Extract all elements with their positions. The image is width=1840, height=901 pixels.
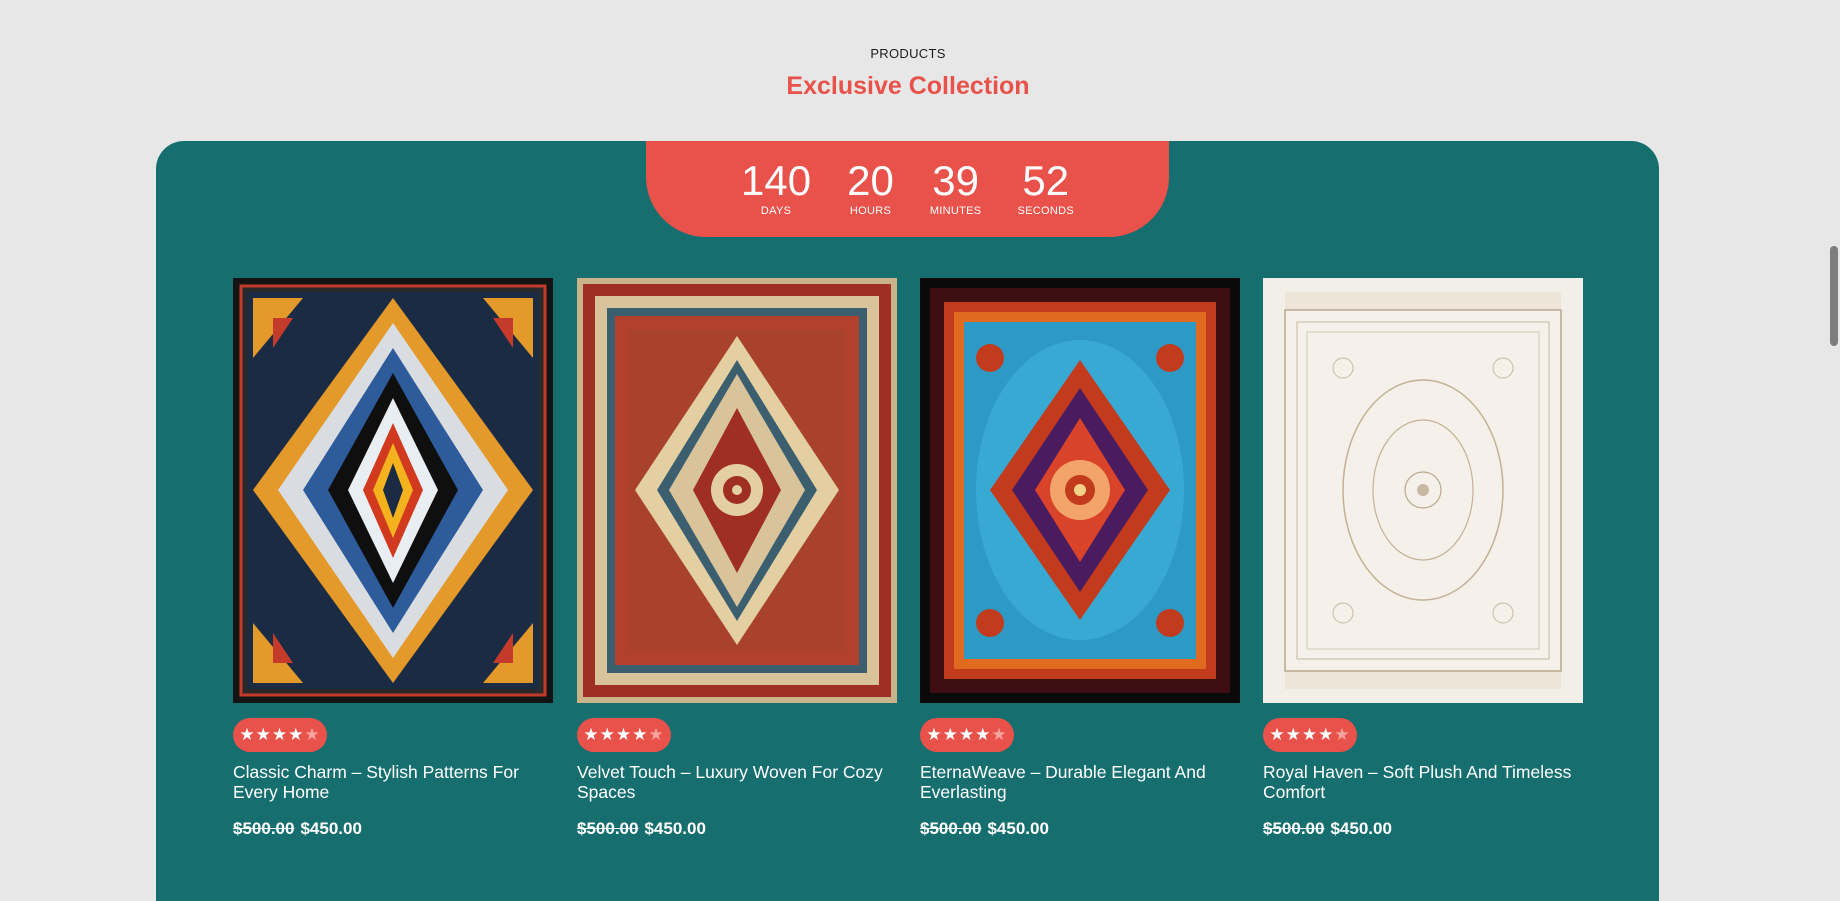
product-image-rug-tribal[interactable]: [233, 278, 553, 703]
product-image-rug-blue-medallion[interactable]: [920, 278, 1240, 703]
product-title[interactable]: EternaWeave – Durable Elegant And Everla…: [920, 762, 1240, 802]
product-title[interactable]: Velvet Touch – Luxury Woven For Cozy Spa…: [577, 762, 897, 802]
countdown-seconds-value: 52: [1022, 157, 1070, 204]
section-eyebrow: PRODUCTS: [870, 46, 946, 61]
countdown-days-value: 140: [741, 157, 812, 204]
rating-badge: ★★★★ ★: [577, 718, 671, 752]
rating-badge: ★★★★ ★: [1263, 718, 1357, 752]
star-icon: ★★★★: [926, 725, 992, 744]
star-icon: ★★★★: [1269, 725, 1335, 744]
star-empty-icon: ★: [648, 725, 665, 744]
countdown-minutes: 39 MINUTES: [912, 157, 1000, 218]
sale-price: $450.00: [987, 819, 1049, 838]
star-empty-icon: ★: [991, 725, 1008, 744]
product-card[interactable]: ★★★★ ★ EternaWeave – Durable Elegant And …: [920, 278, 1240, 838]
product-card[interactable]: ★★★★ ★ Royal Haven – Soft Plush And Timel…: [1263, 278, 1583, 838]
star-empty-icon: ★: [304, 725, 321, 744]
star-icon: ★★★★: [239, 725, 305, 744]
countdown-seconds: 52 SECONDS: [999, 157, 1092, 218]
product-image-rug-ivory[interactable]: [1263, 278, 1583, 703]
product-grid: ★★★★ ★ Classic Charm – Stylish Patterns F…: [233, 278, 1584, 878]
scrollbar-thumb[interactable]: [1830, 246, 1838, 346]
sale-price: $450.00: [644, 819, 706, 838]
original-price: $500.00: [577, 819, 639, 838]
countdown-minutes-value: 39: [932, 157, 979, 204]
countdown-days: 140 DAYS: [723, 157, 829, 218]
star-icon: ★★★★: [583, 725, 649, 744]
countdown-timer: 140 DAYS 20 HOURS 39 MINUTES 52 SECONDS: [646, 141, 1169, 237]
product-image-rug-persian-red[interactable]: [577, 278, 897, 703]
star-empty-icon: ★: [1334, 725, 1351, 744]
section-heading: Exclusive Collection: [786, 72, 1030, 100]
product-title[interactable]: Royal Haven – Soft Plush And Timeless Co…: [1263, 762, 1583, 802]
product-price: $500.00 $450.00: [233, 819, 362, 839]
sale-price: $450.00: [1330, 819, 1392, 838]
product-price: $500.00 $450.00: [920, 819, 1049, 839]
countdown-hours: 20 HOURS: [829, 157, 912, 218]
rating-badge: ★★★★ ★: [920, 718, 1014, 752]
original-price: $500.00: [233, 819, 295, 838]
countdown-days-label: DAYS: [760, 205, 792, 217]
product-title[interactable]: Classic Charm – Stylish Patterns For Eve…: [233, 762, 553, 802]
product-card[interactable]: ★★★★ ★ Classic Charm – Stylish Patterns F…: [233, 278, 553, 838]
product-price: $500.00 $450.00: [1263, 819, 1392, 839]
countdown-hours-value: 20: [847, 157, 894, 204]
countdown-hours-label: HOURS: [849, 205, 892, 217]
sale-price: $450.00: [300, 819, 362, 838]
original-price: $500.00: [1263, 819, 1325, 838]
rating-badge: ★★★★ ★: [233, 718, 327, 752]
product-card[interactable]: ★★★★ ★ Velvet Touch – Luxury Woven For Co…: [577, 278, 897, 838]
original-price: $500.00: [920, 819, 982, 838]
countdown-minutes-label: MINUTES: [929, 205, 982, 217]
product-price: $500.00 $450.00: [577, 819, 706, 839]
countdown-seconds-label: SECONDS: [1017, 205, 1074, 217]
